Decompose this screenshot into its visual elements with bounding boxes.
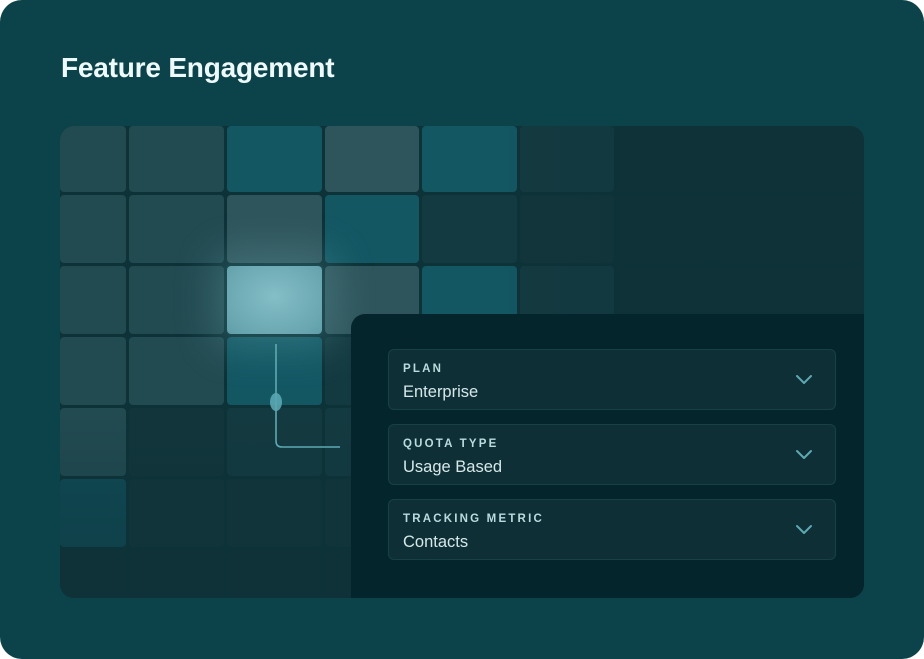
heatmap-cell[interactable] — [129, 479, 224, 547]
tracking-metric-label: TRACKING METRIC — [403, 513, 544, 525]
feature-engagement-card: Feature Engagement PLAN Enterprise QUOTA… — [0, 0, 924, 659]
heatmap-cell[interactable] — [227, 195, 322, 263]
plan-select[interactable]: PLAN Enterprise — [388, 349, 836, 410]
heatmap-cell[interactable] — [60, 126, 126, 192]
heatmap-cell[interactable] — [227, 550, 322, 598]
heatmap-cell[interactable] — [129, 266, 224, 334]
plan-value: Enterprise — [403, 383, 479, 401]
heatmap-cell[interactable] — [715, 195, 864, 263]
heatmap-cell[interactable] — [129, 195, 224, 263]
heatmap-cell-highlighted[interactable] — [227, 266, 322, 334]
quota-type-value: Usage Based — [403, 458, 503, 476]
quota-type-label: QUOTA TYPE — [403, 438, 499, 450]
heatmap-cell[interactable] — [60, 266, 126, 334]
filter-panel: PLAN Enterprise QUOTA TYPE Usage Based T… — [351, 314, 864, 598]
chevron-down-icon[interactable] — [795, 524, 813, 536]
heatmap-cell[interactable] — [617, 195, 712, 263]
heatmap-cell[interactable] — [60, 479, 126, 547]
heatmap-cell[interactable] — [227, 479, 322, 547]
heatmap-cell[interactable] — [617, 126, 712, 192]
heatmap-cell[interactable] — [227, 337, 322, 405]
chevron-down-icon[interactable] — [795, 449, 813, 461]
heatmap-cell[interactable] — [520, 126, 614, 192]
heatmap-cell[interactable] — [325, 195, 419, 263]
plan-label: PLAN — [403, 363, 444, 375]
heatmap-cell[interactable] — [60, 408, 126, 476]
chevron-down-icon[interactable] — [795, 374, 813, 386]
heatmap-cell[interactable] — [129, 408, 224, 476]
heatmap-cell[interactable] — [60, 550, 126, 598]
heatmap-cell[interactable] — [227, 408, 322, 476]
heatmap-cell[interactable] — [129, 337, 224, 405]
heatmap-cell[interactable] — [422, 126, 517, 192]
tracking-metric-select[interactable]: TRACKING METRIC Contacts — [388, 499, 836, 560]
heatmap-cell[interactable] — [129, 126, 224, 192]
card-title: Feature Engagement — [61, 52, 335, 83]
heatmap-cell[interactable] — [325, 126, 419, 192]
heatmap-cell[interactable] — [60, 195, 126, 263]
heatmap-cell[interactable] — [60, 337, 126, 405]
tracking-metric-value: Contacts — [403, 533, 469, 551]
heatmap-cell[interactable] — [129, 550, 224, 598]
heatmap-cell[interactable] — [715, 126, 864, 192]
heatmap-cell[interactable] — [227, 126, 322, 192]
heatmap-cell[interactable] — [520, 195, 614, 263]
quota-type-select[interactable]: QUOTA TYPE Usage Based — [388, 424, 836, 485]
heatmap-cell[interactable] — [422, 195, 517, 263]
